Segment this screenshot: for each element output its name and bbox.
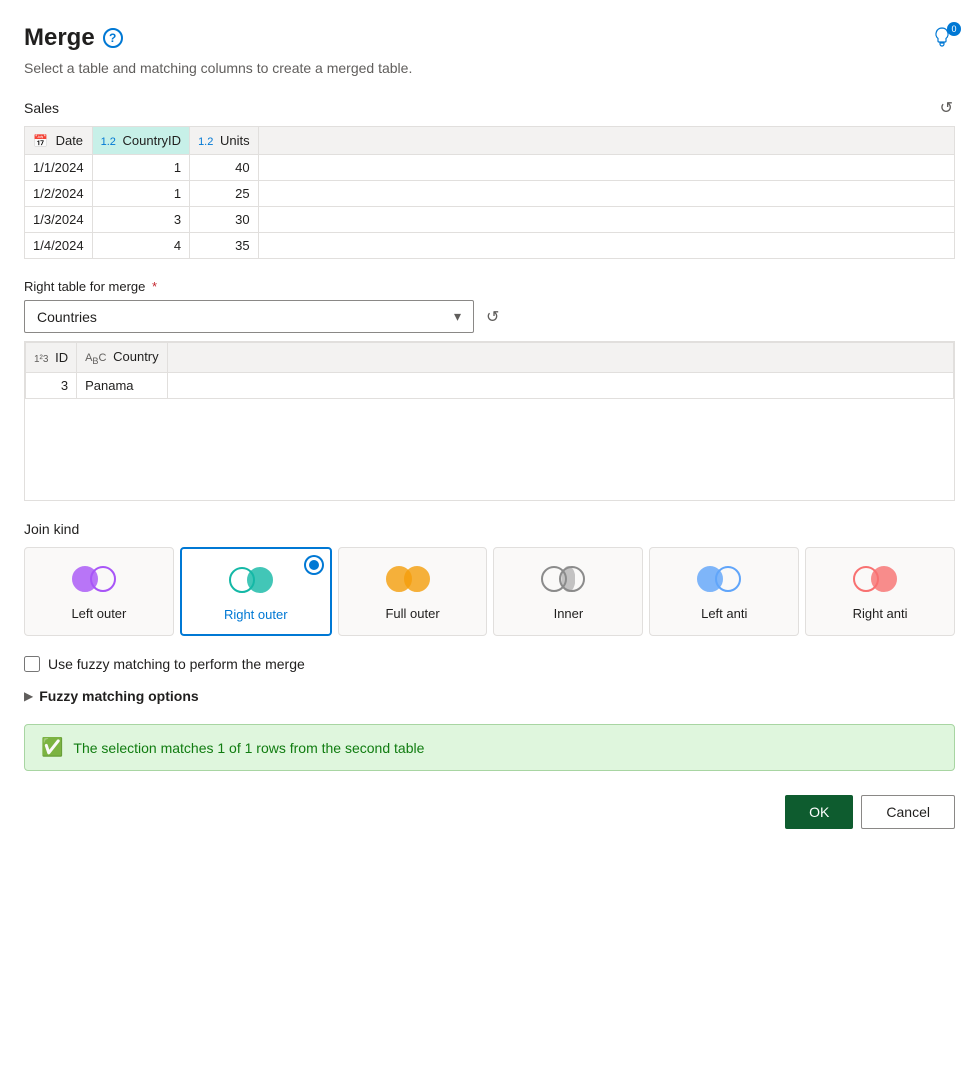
required-star: * xyxy=(152,279,157,294)
inner-venn xyxy=(541,562,595,596)
sales-refresh-button[interactable]: ↺ xyxy=(938,96,955,120)
join-card-inner[interactable]: Inner xyxy=(493,547,643,636)
sales-row3-units: 30 xyxy=(190,207,259,233)
countries-row1-country: Panama xyxy=(77,373,168,399)
sales-col-empty xyxy=(258,127,954,155)
venn-circle-right xyxy=(871,566,897,592)
sales-row3-empty xyxy=(258,207,954,233)
dropdown-value: Countries xyxy=(37,309,97,325)
join-card-left-anti[interactable]: Left anti xyxy=(649,547,799,636)
countries-table: 1²3 ID ABC Country 3 Panama xyxy=(25,342,954,399)
sales-col-date[interactable]: 📅 Date xyxy=(25,127,93,155)
countries-table-wrap: 1²3 ID ABC Country 3 Panama xyxy=(24,341,955,501)
table-row: 1/3/2024 3 30 xyxy=(25,207,955,233)
sales-section-label: Sales ↺ xyxy=(24,96,955,120)
venn-circle-right xyxy=(247,567,273,593)
table-row: 1/2/2024 1 25 xyxy=(25,181,955,207)
ok-button[interactable]: OK xyxy=(785,795,853,829)
right-table-section: Right table for merge * xyxy=(24,279,955,294)
sales-row3-countryid: 3 xyxy=(92,207,189,233)
countries-row1-empty xyxy=(167,373,953,399)
right-outer-venn xyxy=(229,563,283,597)
countries-refresh-button[interactable]: ↺ xyxy=(484,305,501,329)
countries-col-empty xyxy=(167,343,953,373)
title-area: Merge ? xyxy=(24,24,123,52)
expand-arrow-icon: ▶ xyxy=(24,689,33,703)
join-kind-grid: Left outer Right outer Full outer Inner xyxy=(24,547,955,636)
cancel-button[interactable]: Cancel xyxy=(861,795,955,829)
countries-col-id[interactable]: 1²3 ID xyxy=(26,343,77,373)
fuzzy-options-label: Fuzzy matching options xyxy=(39,688,198,704)
sales-row4-units: 35 xyxy=(190,233,259,259)
countries-col-country[interactable]: ABC Country xyxy=(77,343,168,373)
right-anti-venn xyxy=(853,562,907,596)
lightbulb-icon[interactable]: 0 xyxy=(931,26,955,50)
sales-row1-empty xyxy=(258,155,954,181)
countries-row1-id: 3 xyxy=(26,373,77,399)
sales-row2-units: 25 xyxy=(190,181,259,207)
join-card-left-outer[interactable]: Left outer xyxy=(24,547,174,636)
venn-circle-right xyxy=(90,566,116,592)
check-circle-icon: ✅ xyxy=(41,737,63,758)
selected-indicator xyxy=(306,557,322,573)
fuzzy-options-expander[interactable]: ▶ Fuzzy matching options xyxy=(24,688,955,704)
fuzzy-matching-row: Use fuzzy matching to perform the merge xyxy=(24,656,955,672)
subtitle: Select a table and matching columns to c… xyxy=(24,60,955,76)
header: Merge ? 0 xyxy=(24,24,955,52)
venn-circle-right xyxy=(715,566,741,592)
match-banner: ✅ The selection matches 1 of 1 rows from… xyxy=(24,724,955,771)
sales-row1-units: 40 xyxy=(190,155,259,181)
sales-table: 📅 Date 1.2 CountryID 1.2 Units 1/1/2024 … xyxy=(24,126,955,259)
sales-row4-date: 1/4/2024 xyxy=(25,233,93,259)
venn-circle-right xyxy=(404,566,430,592)
sales-row2-countryid: 1 xyxy=(92,181,189,207)
join-card-left-anti-label: Left anti xyxy=(701,606,747,621)
join-card-right-outer-label: Right outer xyxy=(224,607,288,622)
sales-row2-date: 1/2/2024 xyxy=(25,181,93,207)
dropdown-container: Countries ▾ ↺ xyxy=(24,300,955,333)
chevron-down-icon: ▾ xyxy=(454,308,461,325)
join-card-inner-label: Inner xyxy=(554,606,584,621)
sales-row1-date: 1/1/2024 xyxy=(25,155,93,181)
table-row: 1/1/2024 1 40 xyxy=(25,155,955,181)
join-card-right-outer[interactable]: Right outer xyxy=(180,547,332,636)
venn-intersection xyxy=(561,566,575,592)
join-card-left-outer-label: Left outer xyxy=(71,606,126,621)
join-card-full-outer-label: Full outer xyxy=(385,606,439,621)
left-anti-venn xyxy=(697,562,751,596)
fuzzy-matching-label[interactable]: Use fuzzy matching to perform the merge xyxy=(48,656,305,672)
right-table-label: Right table for merge xyxy=(24,279,145,294)
match-message: The selection matches 1 of 1 rows from t… xyxy=(73,740,424,756)
sales-row2-empty xyxy=(258,181,954,207)
lightbulb-badge: 0 xyxy=(947,22,961,36)
sales-row4-countryid: 4 xyxy=(92,233,189,259)
join-card-right-anti-label: Right anti xyxy=(853,606,908,621)
sales-row3-date: 1/3/2024 xyxy=(25,207,93,233)
sales-col-countryid[interactable]: 1.2 CountryID xyxy=(92,127,189,155)
join-card-full-outer[interactable]: Full outer xyxy=(338,547,488,636)
table-row: 3 Panama xyxy=(26,373,954,399)
full-outer-venn xyxy=(386,562,440,596)
left-outer-venn xyxy=(72,562,126,596)
fuzzy-matching-checkbox[interactable] xyxy=(24,656,40,672)
right-table-dropdown[interactable]: Countries ▾ xyxy=(24,300,474,333)
sales-col-units[interactable]: 1.2 Units xyxy=(190,127,259,155)
sales-row1-countryid: 1 xyxy=(92,155,189,181)
calendar-icon: 📅 xyxy=(33,134,48,148)
join-kind-label: Join kind xyxy=(24,521,955,537)
join-card-right-anti[interactable]: Right anti xyxy=(805,547,955,636)
table-row: 1/4/2024 4 35 xyxy=(25,233,955,259)
help-icon[interactable]: ? xyxy=(103,28,123,48)
page-title: Merge xyxy=(24,24,95,52)
footer-buttons: OK Cancel xyxy=(24,795,955,829)
sales-row4-empty xyxy=(258,233,954,259)
